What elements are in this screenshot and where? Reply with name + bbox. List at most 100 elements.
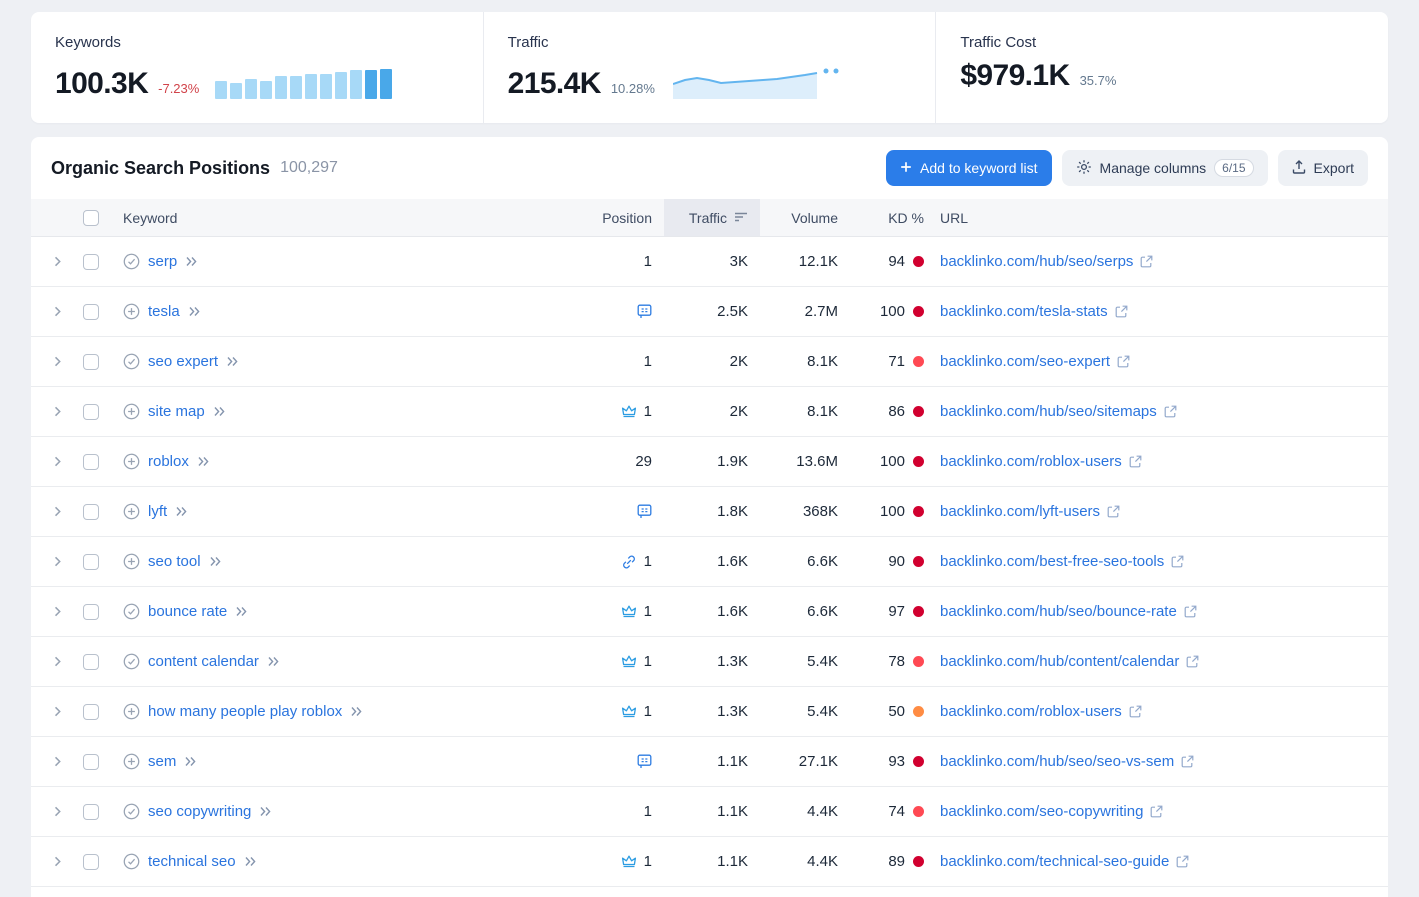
keyword-link[interactable]: tesla [148,303,180,320]
select-all-checkbox[interactable] [83,210,99,226]
keyword-link[interactable]: seo expert [148,353,218,370]
url-link[interactable]: backlinko.com/lyft-users [940,503,1100,520]
expand-row-chevron-icon[interactable] [52,756,63,767]
expand-row-chevron-icon[interactable] [52,256,63,267]
view-serp-chevrons-icon[interactable] [188,306,201,317]
keyword-in-list-icon[interactable] [123,653,140,670]
external-link-icon[interactable] [1171,555,1184,568]
row-checkbox[interactable] [83,854,99,870]
view-serp-chevrons-icon[interactable] [213,406,226,417]
row-checkbox[interactable] [83,604,99,620]
view-serp-chevrons-icon[interactable] [235,606,248,617]
external-link-icon[interactable] [1184,605,1197,618]
view-serp-chevrons-icon[interactable] [350,706,363,717]
row-checkbox[interactable] [83,504,99,520]
keyword-link[interactable]: content calendar [148,653,259,670]
url-link[interactable]: backlinko.com/hub/seo/sitemaps [940,403,1157,420]
header-keyword[interactable]: Keyword [123,199,574,236]
external-link-icon[interactable] [1181,755,1194,768]
keyword-link[interactable]: sem [148,753,176,770]
keyword-link[interactable]: serp [148,253,177,270]
add-keyword-icon[interactable] [123,753,140,770]
external-link-icon[interactable] [1117,355,1130,368]
expand-row-chevron-icon[interactable] [52,406,63,417]
header-volume[interactable]: Volume [760,199,850,236]
external-link-icon[interactable] [1129,705,1142,718]
header-kd[interactable]: KD % [850,199,938,236]
view-serp-chevrons-icon[interactable] [244,856,257,867]
external-link-icon[interactable] [1164,405,1177,418]
row-checkbox[interactable] [83,304,99,320]
export-button[interactable]: Export [1278,150,1368,186]
url-link[interactable]: backlinko.com/seo-expert [940,353,1110,370]
keyword-link[interactable]: technical seo [148,853,236,870]
keyword-link[interactable]: seo tool [148,553,201,570]
add-keyword-icon[interactable] [123,403,140,420]
keyword-in-list-icon[interactable] [123,603,140,620]
keyword-link[interactable]: site map [148,403,205,420]
expand-row-chevron-icon[interactable] [52,556,63,567]
url-link[interactable]: backlinko.com/hub/content/calendar [940,653,1179,670]
keyword-in-list-icon[interactable] [123,253,140,270]
expand-row-chevron-icon[interactable] [52,356,63,367]
url-link[interactable]: backlinko.com/hub/seo/bounce-rate [940,603,1177,620]
add-keyword-icon[interactable] [123,303,140,320]
view-serp-chevrons-icon[interactable] [175,506,188,517]
url-link[interactable]: backlinko.com/technical-seo-guide [940,853,1169,870]
view-serp-chevrons-icon[interactable] [259,806,272,817]
add-to-keyword-list-button[interactable]: Add to keyword list [886,150,1052,186]
row-checkbox[interactable] [83,254,99,270]
keyword-link[interactable]: how many people play roblox [148,703,342,720]
add-keyword-icon[interactable] [123,503,140,520]
expand-row-chevron-icon[interactable] [52,506,63,517]
row-checkbox[interactable] [83,404,99,420]
row-checkbox[interactable] [83,354,99,370]
expand-row-chevron-icon[interactable] [52,856,63,867]
expand-row-chevron-icon[interactable] [52,606,63,617]
row-checkbox[interactable] [83,704,99,720]
external-link-icon[interactable] [1186,655,1199,668]
external-link-icon[interactable] [1129,455,1142,468]
url-link[interactable]: backlinko.com/best-free-seo-tools [940,553,1164,570]
row-checkbox[interactable] [83,454,99,470]
row-checkbox[interactable] [83,754,99,770]
expand-row-chevron-icon[interactable] [52,306,63,317]
header-url[interactable]: URL [938,199,1388,236]
url-link[interactable]: backlinko.com/tesla-stats [940,303,1108,320]
expand-row-chevron-icon[interactable] [52,656,63,667]
keyword-link[interactable]: bounce rate [148,603,227,620]
add-keyword-icon[interactable] [123,703,140,720]
keyword-in-list-icon[interactable] [123,853,140,870]
external-link-icon[interactable] [1176,855,1189,868]
header-traffic[interactable]: Traffic [664,199,760,236]
view-serp-chevrons-icon[interactable] [184,756,197,767]
view-serp-chevrons-icon[interactable] [197,456,210,467]
keyword-in-list-icon[interactable] [123,803,140,820]
external-link-icon[interactable] [1150,805,1163,818]
row-checkbox[interactable] [83,804,99,820]
keyword-link[interactable]: roblox [148,453,189,470]
row-checkbox[interactable] [83,654,99,670]
external-link-icon[interactable] [1115,305,1128,318]
keyword-in-list-icon[interactable] [123,353,140,370]
url-link[interactable]: backlinko.com/hub/seo/serps [940,253,1133,270]
add-keyword-icon[interactable] [123,453,140,470]
view-serp-chevrons-icon[interactable] [209,556,222,567]
expand-row-chevron-icon[interactable] [52,706,63,717]
view-serp-chevrons-icon[interactable] [226,356,239,367]
url-link[interactable]: backlinko.com/seo-copywriting [940,803,1143,820]
view-serp-chevrons-icon[interactable] [185,256,198,267]
view-serp-chevrons-icon[interactable] [267,656,280,667]
row-checkbox[interactable] [83,554,99,570]
header-position[interactable]: Position [574,199,664,236]
url-link[interactable]: backlinko.com/hub/seo/seo-vs-sem [940,753,1174,770]
url-link[interactable]: backlinko.com/roblox-users [940,703,1122,720]
add-keyword-icon[interactable] [123,553,140,570]
external-link-icon[interactable] [1140,255,1153,268]
external-link-icon[interactable] [1107,505,1120,518]
expand-row-chevron-icon[interactable] [52,806,63,817]
url-link[interactable]: backlinko.com/roblox-users [940,453,1122,470]
expand-row-chevron-icon[interactable] [52,456,63,467]
keyword-link[interactable]: lyft [148,503,167,520]
manage-columns-button[interactable]: Manage columns 6/15 [1062,150,1268,186]
